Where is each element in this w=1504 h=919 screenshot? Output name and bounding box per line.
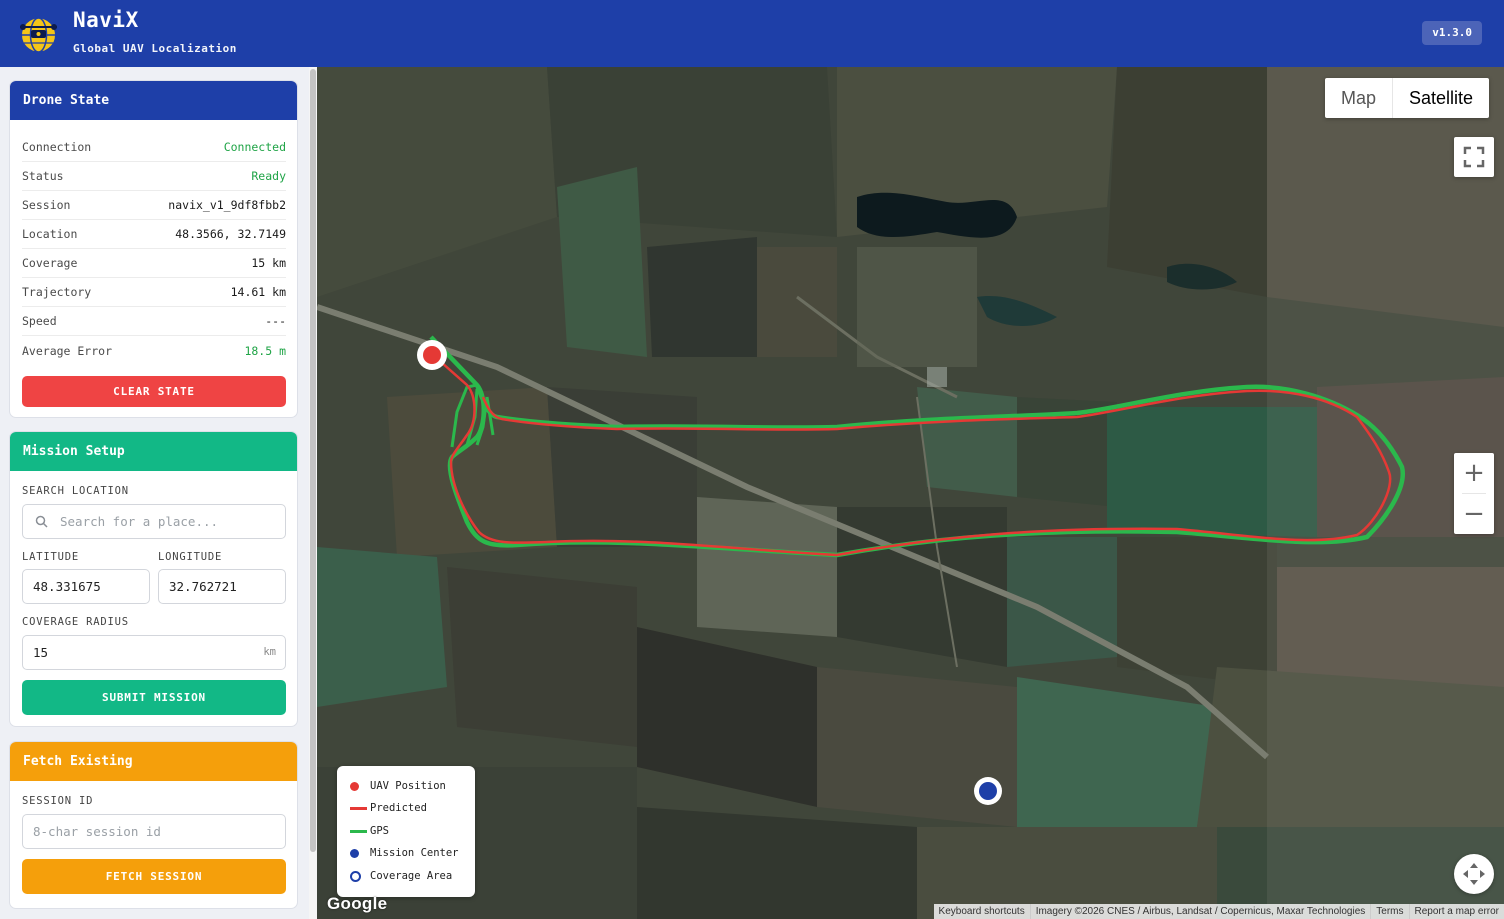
clear-state-button[interactable]: CLEAR STATE [22, 376, 286, 407]
state-row-trajectory: Trajectory 14.61 km [22, 278, 286, 307]
state-label: Location [22, 227, 78, 241]
search-location-label: SEARCH LOCATION [22, 485, 129, 497]
state-row-location: Location 48.3566, 32.7149 [22, 220, 286, 249]
map-attribution: Keyboard shortcuts Imagery ©2026 CNES / … [933, 904, 1504, 919]
coverage-radius-label: COVERAGE RADIUS [22, 616, 129, 628]
mission-setup-title: Mission Setup [10, 432, 297, 471]
app-header: NaviX Global UAV Localization v1.3.0 [0, 0, 1504, 67]
state-label: Session [22, 198, 71, 212]
legend-label: Predicted [370, 802, 427, 814]
state-label: Connection [22, 140, 92, 154]
state-row-coverage: Coverage 15 km [22, 249, 286, 278]
legend-coverage-area: Coverage Area [350, 868, 452, 884]
fullscreen-icon [1463, 146, 1485, 168]
search-placeholder: Search for a place... [60, 514, 219, 529]
state-label: Trajectory [22, 285, 92, 299]
fetch-existing-title: Fetch Existing [10, 742, 297, 781]
latitude-field[interactable]: 48.331675 [22, 569, 150, 604]
search-icon [35, 515, 48, 528]
legend-label: Coverage Area [370, 870, 453, 882]
legend-mission-center: Mission Center [350, 845, 459, 861]
red-line-icon [350, 806, 367, 810]
drone-state-title: Drone State [10, 81, 297, 120]
satellite-map[interactable]: Map Satellite + − UAV Position Predicted… [317, 67, 1504, 919]
session-id-field[interactable]: 8-char session id [22, 814, 286, 849]
state-row-session: Session navix_v1_9df8fbb2 [22, 191, 286, 220]
longitude-field[interactable]: 32.762721 [158, 569, 286, 604]
drone-state-card: Drone State Connection Connected Status … [9, 80, 298, 418]
version-badge: v1.3.0 [1422, 21, 1482, 45]
state-label: Coverage [22, 256, 78, 270]
state-label: Average Error [22, 343, 113, 358]
zoom-out-button[interactable]: − [1454, 494, 1494, 534]
state-row-speed: Speed --- [22, 307, 286, 336]
state-row-status: Status Ready [22, 162, 286, 191]
state-value: navix_v1_9df8fbb2 [168, 198, 286, 212]
state-label: Speed [22, 314, 57, 328]
coverage-radius-value: 15 [33, 645, 49, 660]
legend-label: UAV Position [370, 780, 446, 792]
red-dot-icon [350, 781, 359, 791]
blue-dot-icon [350, 848, 359, 858]
session-id-label: SESSION ID [22, 795, 94, 807]
legend-label: GPS [370, 825, 389, 837]
map-legend: UAV Position Predicted GPS Mission Cente… [337, 766, 475, 897]
state-value: 18.5 m [244, 343, 286, 358]
globe-drone-logo [20, 17, 57, 53]
scrollbar-thumb[interactable] [310, 69, 316, 852]
report-error-link[interactable]: Report a map error [1408, 904, 1504, 919]
sidebar-scrollbar[interactable] [309, 67, 317, 919]
app-title: NaviX [73, 8, 139, 32]
longitude-label: LONGITUDE [158, 551, 223, 563]
map-type-control: Map Satellite [1325, 78, 1490, 118]
submit-mission-button[interactable]: SUBMIT MISSION [22, 680, 286, 715]
map-type-map-button[interactable]: Map [1325, 78, 1394, 118]
state-label: Status [22, 169, 64, 183]
app-subtitle: Global UAV Localization [73, 42, 237, 55]
coverage-radius-unit: km [263, 646, 276, 658]
state-value: --- [265, 314, 286, 328]
state-list: Connection Connected Status Ready Sessio… [22, 133, 286, 365]
legend-uav-position: UAV Position [350, 778, 446, 794]
map-type-satellite-button[interactable]: Satellite [1393, 78, 1489, 118]
blue-ring-icon [350, 870, 361, 882]
state-value: Connected [223, 140, 286, 154]
fetch-existing-card: Fetch Existing SESSION ID 8-char session… [9, 741, 298, 909]
state-value: Ready [251, 169, 286, 183]
state-row-average-error: Average Error 18.5 m [22, 336, 286, 365]
legend-gps: GPS [350, 823, 389, 839]
satellite-imagery [317, 67, 1504, 919]
state-value: 14.61 km [230, 285, 286, 299]
latitude-label: LATITUDE [22, 551, 79, 563]
search-input[interactable]: Search for a place... [22, 504, 286, 539]
imagery-credit: Imagery ©2026 CNES / Airbus, Landsat / C… [1029, 904, 1371, 919]
camera-control-button[interactable] [1454, 854, 1494, 894]
google-logo[interactable]: Google [327, 894, 387, 914]
state-row-connection: Connection Connected [22, 133, 286, 162]
fullscreen-button[interactable] [1454, 137, 1494, 177]
legend-predicted: Predicted [350, 800, 427, 816]
mission-setup-card: Mission Setup SEARCH LOCATION Search for… [9, 431, 298, 727]
keyboard-shortcuts-link[interactable]: Keyboard shortcuts [934, 904, 1030, 919]
zoom-control: + − [1454, 453, 1494, 534]
sidebar: Drone State Connection Connected Status … [0, 67, 317, 919]
state-value: 48.3566, 32.7149 [175, 227, 286, 241]
zoom-in-button[interactable]: + [1454, 453, 1494, 493]
legend-label: Mission Center [370, 847, 459, 859]
green-line-icon [350, 829, 367, 833]
coverage-radius-field[interactable]: 15 km [22, 635, 286, 670]
state-value: 15 km [251, 256, 286, 270]
fetch-session-button[interactable]: FETCH SESSION [22, 859, 286, 894]
pan-arrows-icon [1463, 863, 1485, 885]
terms-link[interactable]: Terms [1370, 904, 1408, 919]
